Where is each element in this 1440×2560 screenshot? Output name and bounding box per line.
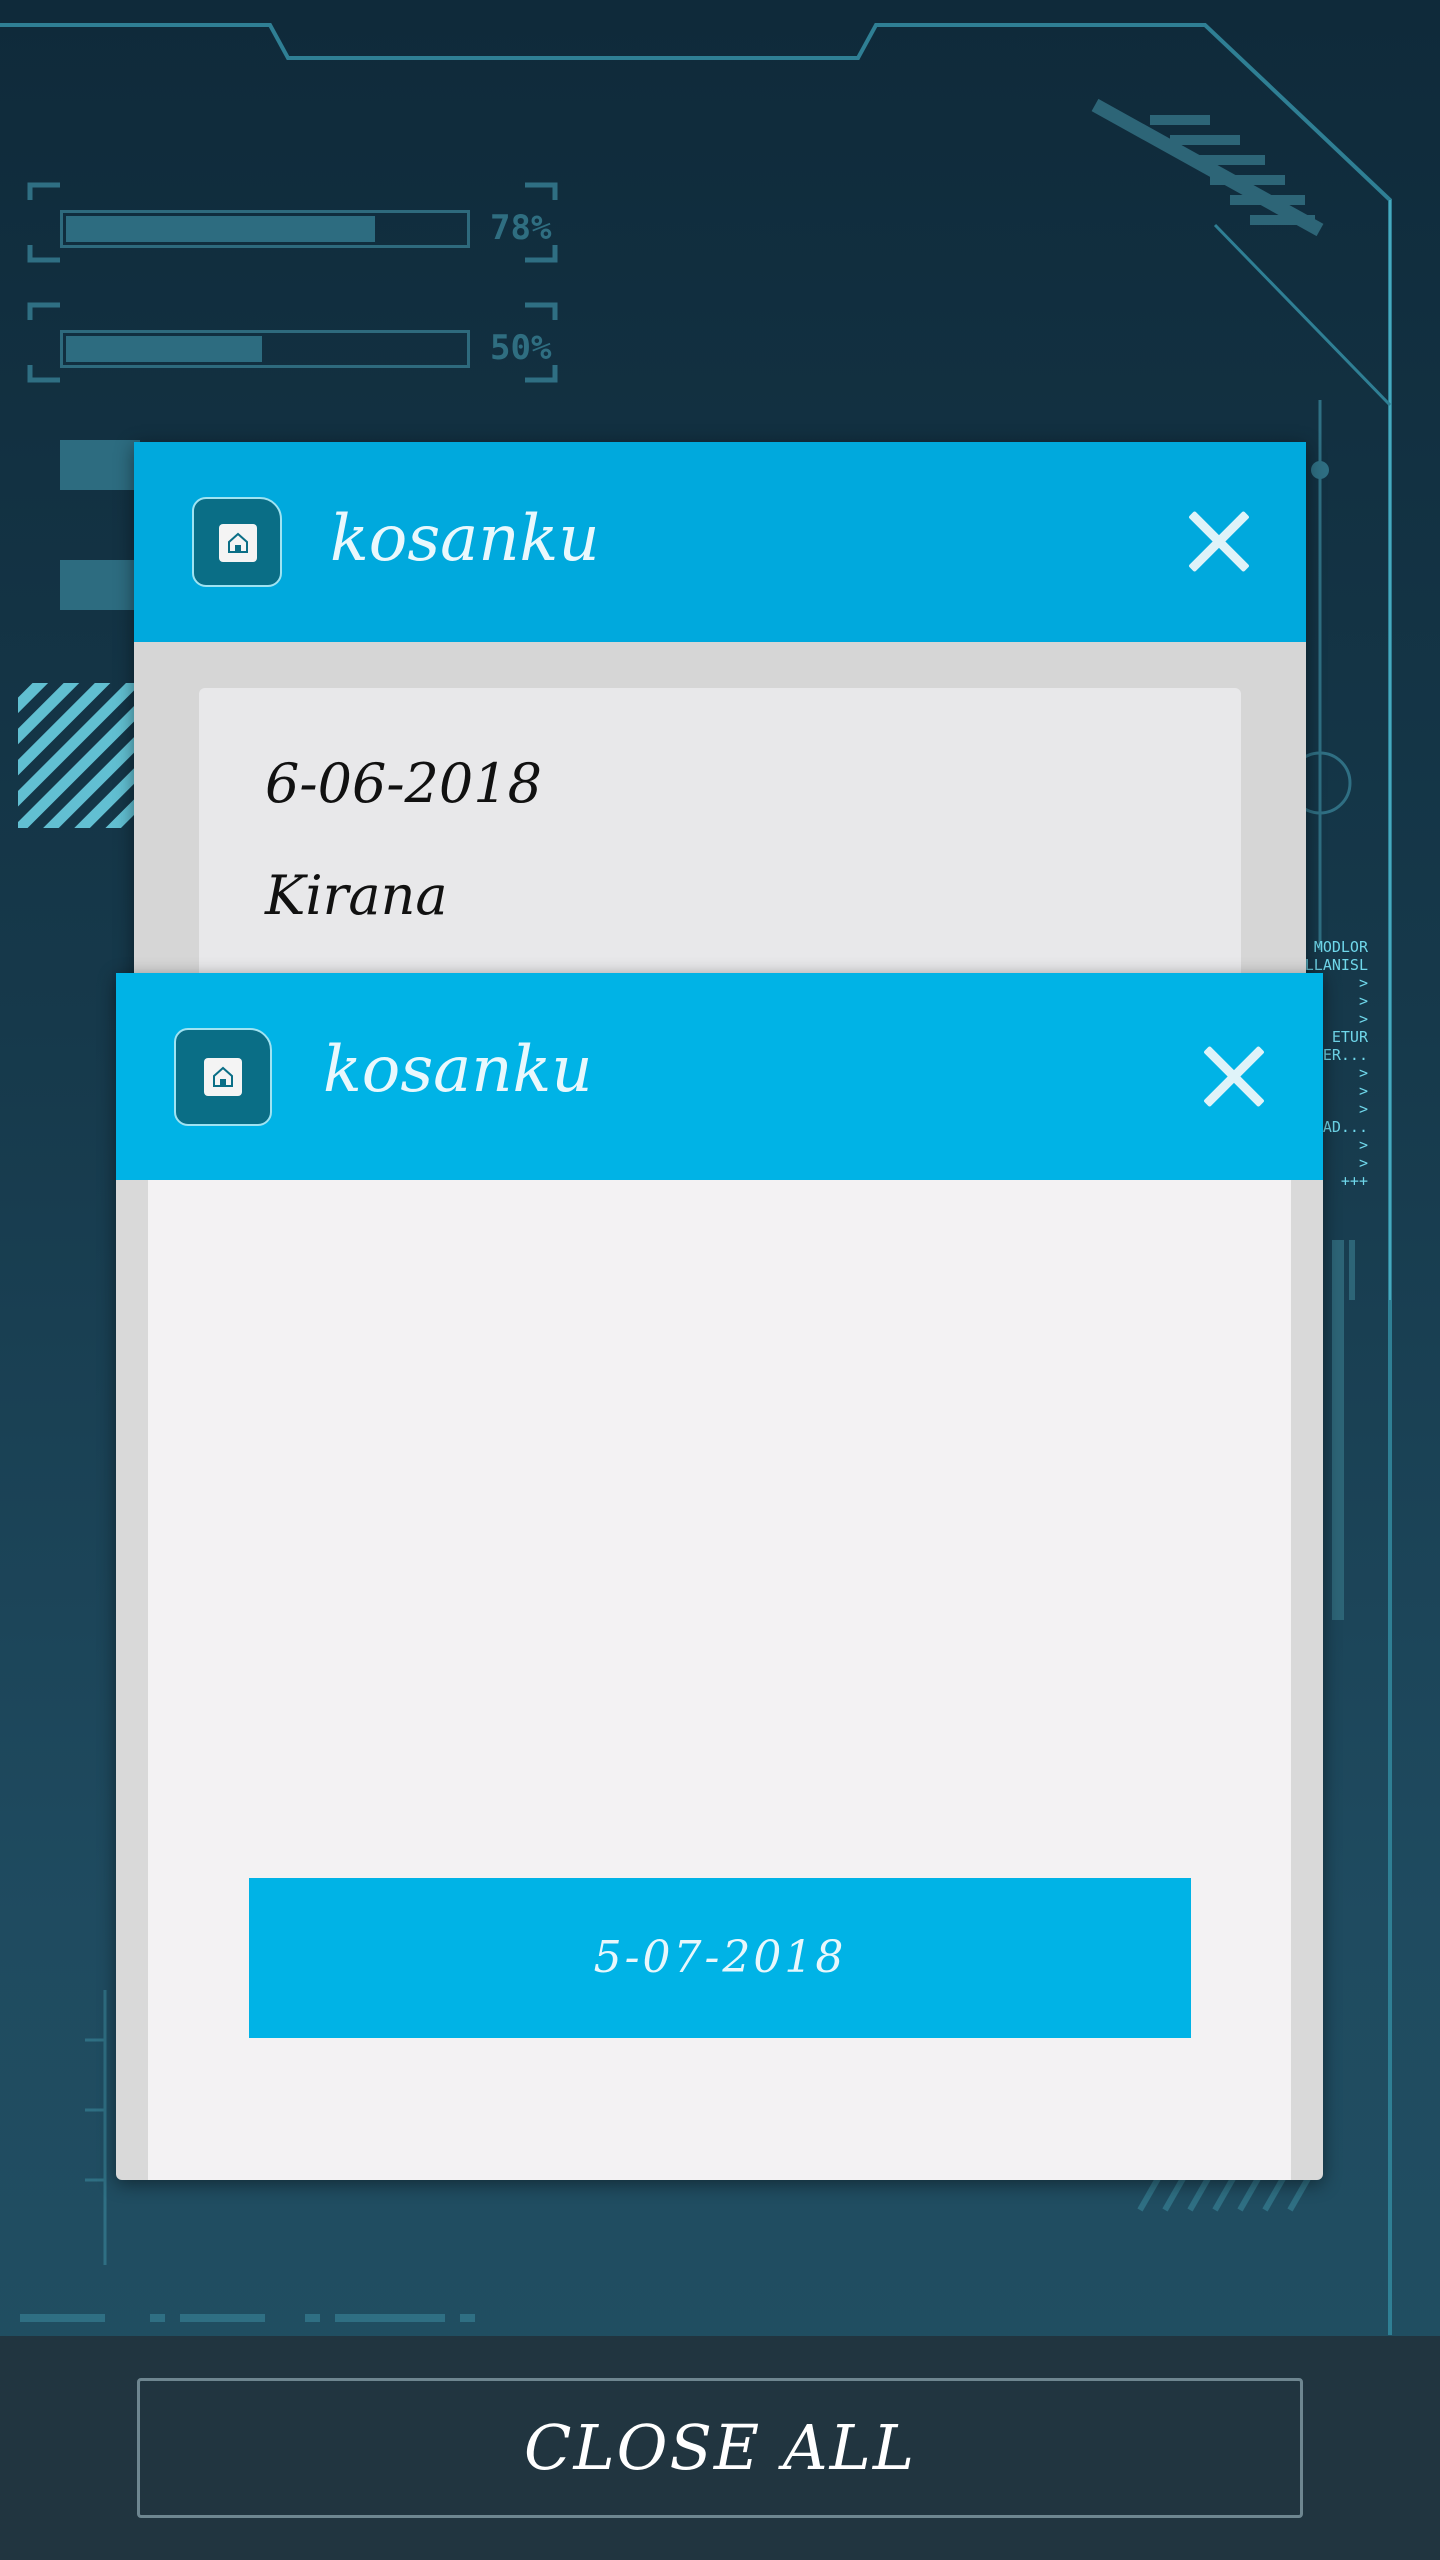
- hud-progress-2: 50%: [35, 310, 555, 380]
- close-all-button[interactable]: CLOSE ALL: [137, 2378, 1303, 2518]
- close-icon[interactable]: [1184, 507, 1254, 577]
- hud-progress-label-1: 78%: [490, 208, 552, 248]
- hud-progress-label-2: 50%: [490, 328, 552, 368]
- card-text: Kirana: [265, 864, 448, 927]
- window-title: kosanku: [323, 1033, 593, 1107]
- notification-card[interactable]: 6-06-2018 Kirana: [199, 688, 1241, 1008]
- home-icon: [192, 497, 282, 587]
- hud-progress-fill-1: [66, 216, 376, 242]
- home-icon: [174, 1028, 272, 1126]
- window-header: kosanku: [134, 442, 1306, 642]
- hud-progress-1: 78%: [35, 190, 555, 260]
- app-window-1[interactable]: kosanku 6-06-2018 Kirana: [134, 442, 1306, 1008]
- close-icon[interactable]: [1199, 1042, 1269, 1112]
- card-date: 6-06-2018: [265, 752, 542, 815]
- window-title: kosanku: [330, 502, 600, 576]
- window-header: kosanku: [116, 973, 1323, 1180]
- date-button[interactable]: 5-07-2018: [249, 1878, 1191, 2038]
- hud-progress-fill-2: [66, 336, 262, 362]
